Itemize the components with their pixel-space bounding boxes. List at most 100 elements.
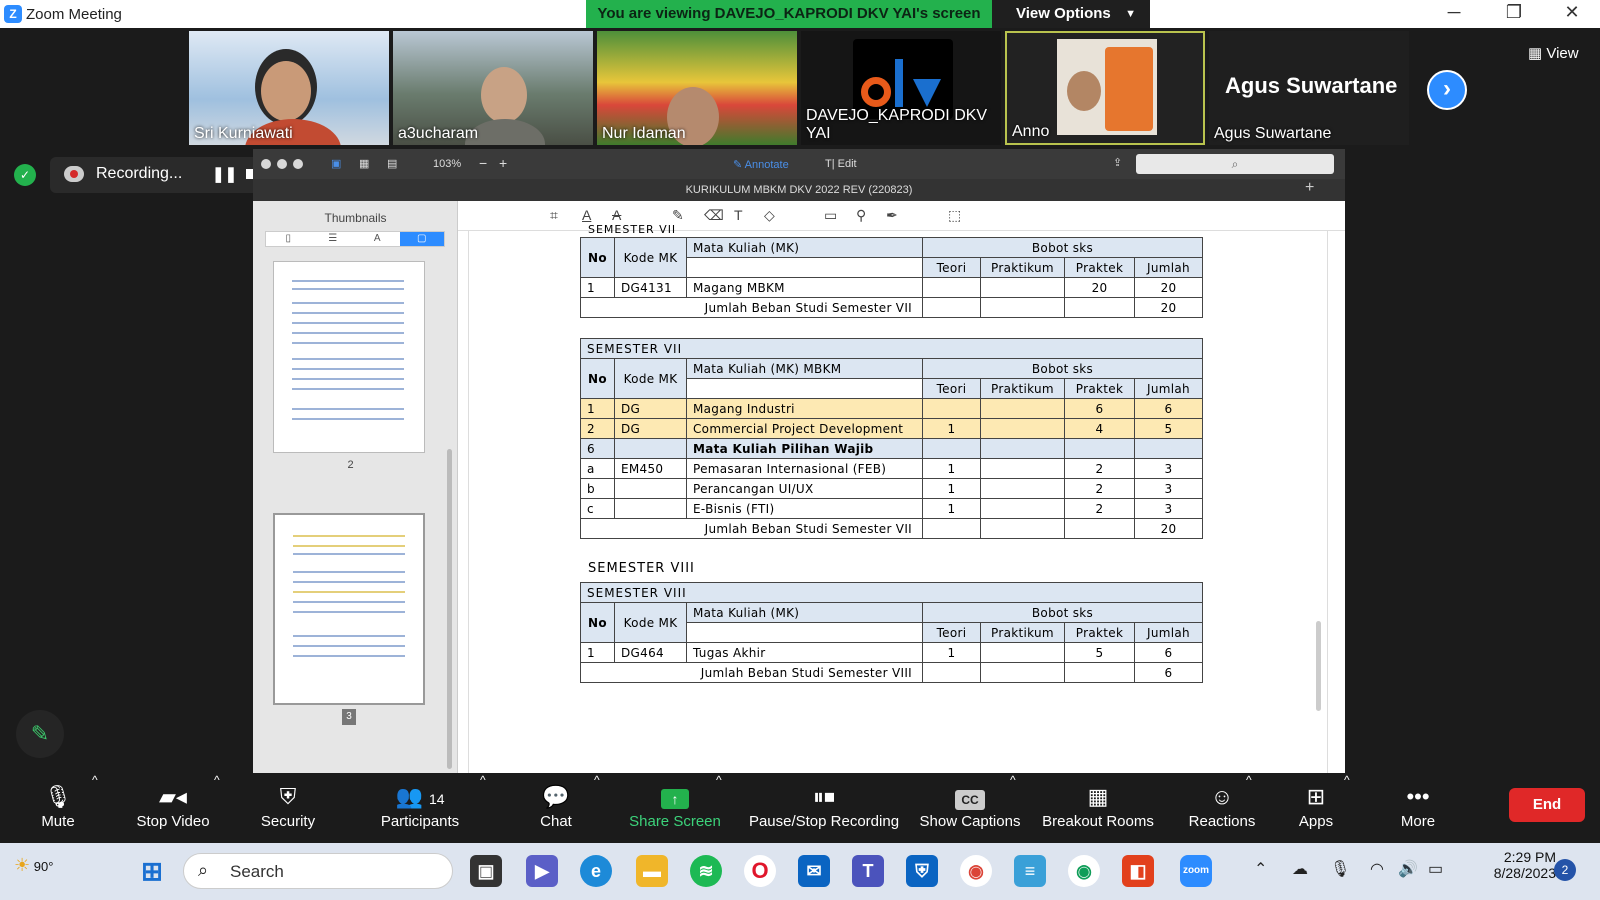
teams-icon[interactable]: T [852,855,884,887]
caret-up-icon[interactable]: ^ [1010,773,1016,787]
stop-video-button[interactable]: ▰◂ Stop Video [126,777,220,841]
taskbar-search[interactable]: ⌕ Search [183,853,453,889]
table-row: 1 DG464 Tugas Akhir 1 5 6 [580,642,1203,663]
grid-view-icon[interactable]: ▦ [359,157,369,170]
end-meeting-button[interactable]: End [1509,788,1585,822]
eraser-icon[interactable]: ⌫ [704,207,724,224]
notification-badge[interactable]: 2 [1554,859,1576,881]
col-jumlah: Jumlah [1134,257,1203,278]
zoom-level[interactable]: 103% [433,158,461,170]
notepad-icon[interactable]: ≡ [1014,855,1046,887]
apps-button[interactable]: ⊞ Apps [1294,777,1338,841]
participants-button[interactable]: 👥 14 Participants [372,777,468,841]
minimize-icon[interactable]: ─ [1434,2,1474,23]
note-icon[interactable]: ▭ [824,207,837,224]
view-label: View [1546,45,1579,62]
caret-up-icon[interactable]: ^ [480,773,486,787]
page-thumbnail[interactable] [273,261,425,453]
sidebar-toggle-icon[interactable]: ▣ [331,157,341,170]
pdf-search-field[interactable]: ⌕ [1136,154,1334,174]
task-view-icon[interactable]: ▣ [470,855,502,887]
sidebar-scrollbar[interactable] [447,449,452,769]
participant-tile-active[interactable]: Anno [1005,31,1205,145]
signature-icon[interactable]: ✒ [886,207,898,224]
participant-tile[interactable]: a3ucharam [393,31,593,145]
participant-tile[interactable]: Nur Idaman [597,31,797,145]
page-scrollbar[interactable] [1316,621,1321,711]
share-screen-button[interactable]: ↑ Share Screen [626,777,724,841]
windows-security-icon[interactable]: ⛨ [906,855,938,887]
participant-tile[interactable]: Sri Kurniawati [189,31,389,145]
onedrive-cloud-icon[interactable]: ☁ [1292,859,1308,879]
zoom-app-icon[interactable]: zoom [1180,855,1212,887]
battery-icon[interactable]: ▭ [1428,859,1443,879]
crop-icon[interactable]: ⬚ [948,207,961,224]
volume-icon[interactable]: 🔊 [1398,859,1418,879]
view-options-button[interactable]: View Options ▼ [992,0,1150,28]
annotate-pen-icon[interactable]: ✎ [16,710,64,758]
shapes-icon[interactable]: ◇ [764,207,775,224]
shared-screen: ▣ ▦ ▤ 103% − + ✎ Annotate T| Edit ⇪ ⌕ KU… [253,149,1345,773]
show-captions-button[interactable]: CC Show Captions [918,777,1022,841]
windows-taskbar: ☀ 90° ⊞ ⌕ Search ▣ ▶ e ▬ ≋ O ✉ T ⛨ ◉ ≡ ◉ … [0,843,1600,900]
wifi-icon[interactable]: ◠ [1370,859,1384,879]
participant-tile[interactable]: DAVEJO_KAPRODI DKV YAI [801,31,1001,145]
pause-recording-icon[interactable]: ❚❚ [212,165,237,183]
show-hidden-icons-icon[interactable]: ⌃ [1254,859,1267,879]
breakout-rooms-button[interactable]: ▦ Breakout Rooms [1040,777,1156,841]
pause-stop-recording-button[interactable]: ⏸⏹ Pause/Stop Recording [744,777,904,841]
search-icon: ⌕ [198,860,209,880]
pen-icon: ✎ [733,159,745,171]
spotify-icon[interactable]: ≋ [690,855,722,887]
two-page-icon[interactable]: ▤ [387,157,397,170]
security-shield-icon: ✓ [14,164,36,186]
page-thumbnail-selected[interactable] [273,513,425,705]
edge-browser-icon[interactable]: e [580,855,612,887]
underline-text-icon[interactable]: A [582,207,591,223]
zoom-out-icon[interactable]: − [479,155,487,171]
close-icon[interactable]: ✕ [1552,2,1592,23]
restore-icon[interactable]: ❐ [1494,2,1534,23]
security-button[interactable]: ⛨ Security [256,777,320,841]
text-select-icon[interactable]: ⌗ [550,207,558,224]
opera-icon[interactable]: O [744,855,776,887]
toc-list-icon[interactable]: ☰ [311,232,356,246]
windows-start-icon[interactable]: ⊞ [136,855,168,887]
share-icon[interactable]: ⇪ [1113,156,1122,169]
caret-up-icon[interactable]: ^ [1344,773,1350,787]
highlights-icon[interactable]: A [355,232,400,246]
caret-up-icon[interactable]: ^ [92,773,98,787]
strikethrough-icon[interactable]: A [612,207,621,223]
mute-button[interactable]: 🎙 Mute [30,777,86,841]
file-explorer-icon[interactable]: ▬ [636,855,668,887]
window-dot-icon [293,159,303,169]
caret-up-icon[interactable]: ^ [716,773,722,787]
mail-icon[interactable]: ✉ [798,855,830,887]
annotate-button[interactable]: ✎ Annotate [733,158,789,171]
stamp-icon[interactable]: ⚲ [856,207,866,224]
office-icon[interactable]: ◧ [1122,855,1154,887]
edit-button[interactable]: T| Edit [825,158,857,170]
pause-stop-icon: ⏸⏹ [812,784,835,809]
teams-chat-icon[interactable]: ▶ [526,855,558,887]
thumbnails-mode-icon[interactable]: ▢ [399,232,444,246]
chrome-icon[interactable]: ◉ [960,855,992,887]
caret-up-icon[interactable]: ^ [214,773,220,787]
participant-tile[interactable]: Agus Suwartane Agus Suwartane [1209,31,1409,145]
pencil-icon[interactable]: ✎ [672,207,684,224]
text-box-icon[interactable]: T [734,207,743,223]
weather-widget[interactable]: ☀ 90° [14,855,53,876]
zoom-in-icon[interactable]: + [499,155,507,171]
add-tab-icon[interactable]: + [1305,179,1314,197]
next-page-arrow-icon[interactable]: › [1427,70,1467,110]
window-titlebar: Z Zoom Meeting You are viewing DAVEJO_KA… [0,0,1600,28]
microphone-tray-icon[interactable]: 🎙 [1330,859,1350,879]
more-button[interactable]: ••• More [1392,777,1444,841]
chat-button[interactable]: 💬 Chat [530,777,582,841]
chrome-profile-icon[interactable]: ◉ [1068,855,1100,887]
caret-up-icon[interactable]: ^ [594,773,600,787]
view-layout-button[interactable]: ▦ View [1528,44,1579,62]
bookmark-icon[interactable]: ▯ [266,232,311,246]
system-clock[interactable]: 2:29 PM 8/28/2023 [1474,849,1556,881]
caret-up-icon[interactable]: ^ [1246,773,1252,787]
